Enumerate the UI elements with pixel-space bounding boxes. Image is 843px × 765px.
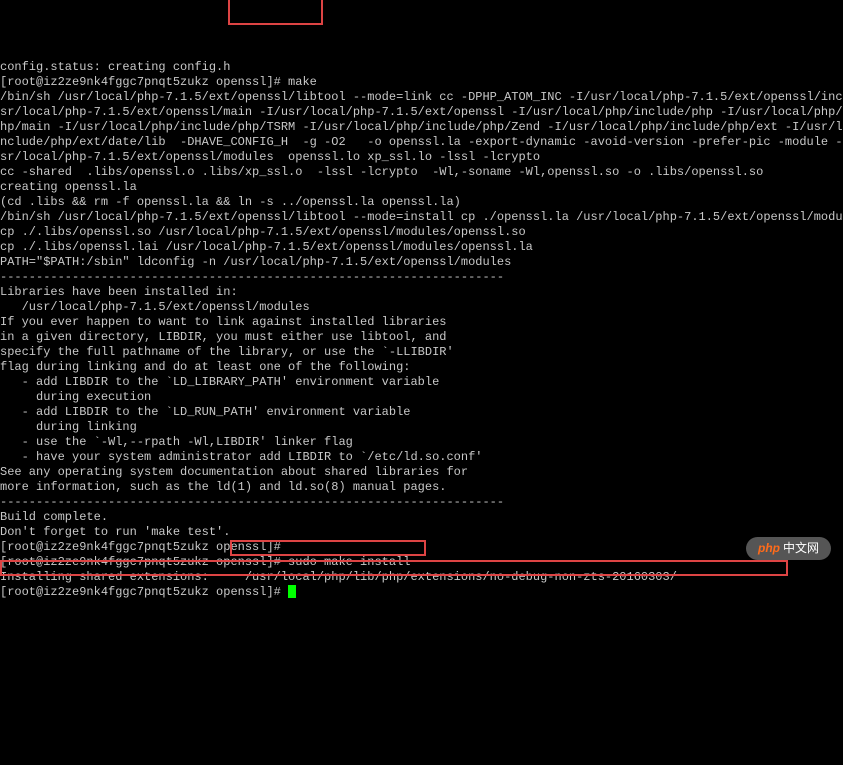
- terminal-cursor: [288, 585, 296, 598]
- terminal-line: hp/main -I/usr/local/php/include/php/TSR…: [0, 120, 843, 135]
- terminal-line: during execution: [0, 390, 843, 405]
- terminal-line: /usr/local/php-7.1.5/ext/openssl/modules: [0, 300, 843, 315]
- terminal-line: - add LIBDIR to the `LD_RUN_PATH' enviro…: [0, 405, 843, 420]
- terminal-line: (cd .libs && rm -f openssl.la && ln -s .…: [0, 195, 843, 210]
- badge-logo-text: php: [758, 541, 780, 556]
- terminal-line: flag during linking and do at least one …: [0, 360, 843, 375]
- terminal-line: [root@iz2ze9nk4fggc7pnqt5zukz openssl]#: [0, 585, 843, 600]
- terminal-line: cp ./.libs/openssl.so /usr/local/php-7.1…: [0, 225, 843, 240]
- terminal-line: cp ./.libs/openssl.lai /usr/local/php-7.…: [0, 240, 843, 255]
- terminal-line: Libraries have been installed in:: [0, 285, 843, 300]
- terminal-output[interactable]: config.status: creating config.h[root@iz…: [0, 60, 843, 600]
- terminal-line: nclude/php/ext/date/lib -DHAVE_CONFIG_H …: [0, 135, 843, 150]
- terminal-line: /bin/sh /usr/local/php-7.1.5/ext/openssl…: [0, 90, 843, 105]
- terminal-line: PATH="$PATH:/sbin" ldconfig -n /usr/loca…: [0, 255, 843, 270]
- terminal-line: Build complete.: [0, 510, 843, 525]
- terminal-line: config.status: creating config.h: [0, 60, 843, 75]
- terminal-line: [root@iz2ze9nk4fggc7pnqt5zukz openssl]#: [0, 540, 843, 555]
- highlight-make-command: [228, 0, 323, 25]
- terminal-line: ----------------------------------------…: [0, 495, 843, 510]
- terminal-line: creating openssl.la: [0, 180, 843, 195]
- terminal-line: more information, such as the ld(1) and …: [0, 480, 843, 495]
- terminal-line: - add LIBDIR to the `LD_LIBRARY_PATH' en…: [0, 375, 843, 390]
- terminal-line: during linking: [0, 420, 843, 435]
- terminal-line: - use the `-Wl,--rpath -Wl,LIBDIR' linke…: [0, 435, 843, 450]
- terminal-line: See any operating system documentation a…: [0, 465, 843, 480]
- terminal-line: sr/local/php-7.1.5/ext/openssl/modules o…: [0, 150, 843, 165]
- badge-text: 中文网: [783, 541, 819, 556]
- terminal-line: cc -shared .libs/openssl.o .libs/xp_ssl.…: [0, 165, 843, 180]
- watermark-badge: php 中文网: [746, 537, 831, 560]
- terminal-line: - have your system administrator add LIB…: [0, 450, 843, 465]
- terminal-line: sr/local/php-7.1.5/ext/openssl/main -I/u…: [0, 105, 843, 120]
- terminal-line: specify the full pathname of the library…: [0, 345, 843, 360]
- terminal-line: ----------------------------------------…: [0, 270, 843, 285]
- terminal-line: Installing shared extensions: /usr/local…: [0, 570, 843, 585]
- terminal-line: /bin/sh /usr/local/php-7.1.5/ext/openssl…: [0, 210, 843, 225]
- terminal-line: [root@iz2ze9nk4fggc7pnqt5zukz openssl]# …: [0, 75, 843, 90]
- terminal-line: Don't forget to run 'make test'.: [0, 525, 843, 540]
- terminal-line: in a given directory, LIBDIR, you must e…: [0, 330, 843, 345]
- terminal-line: If you ever happen to want to link again…: [0, 315, 843, 330]
- terminal-line: [root@iz2ze9nk4fggc7pnqt5zukz openssl]# …: [0, 555, 843, 570]
